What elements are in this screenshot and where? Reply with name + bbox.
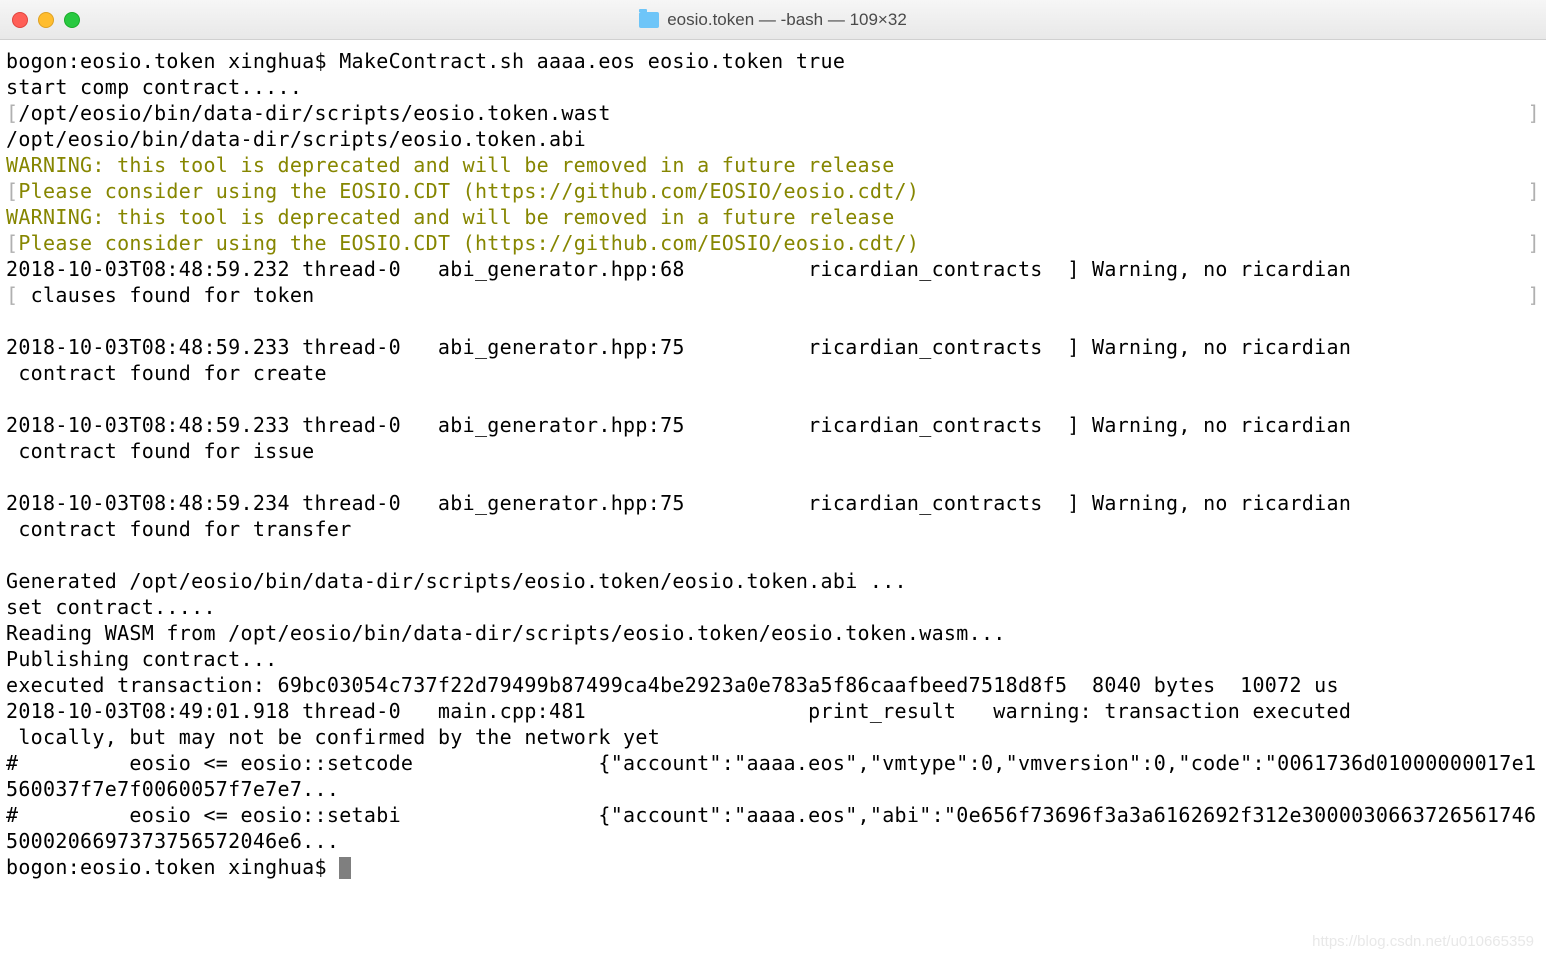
terminal-line: contract found for transfer: [6, 517, 352, 541]
terminal-line: /opt/eosio/bin/data-dir/scripts/eosio.to…: [18, 101, 610, 125]
terminal-line: # eosio <= eosio::setabi {"account":"aaa…: [6, 803, 1536, 853]
maximize-button[interactable]: [64, 12, 80, 28]
terminal-line: bogon:eosio.token xinghua$ MakeContract.…: [6, 49, 845, 73]
terminal-line: executed transaction: 69bc03054c737f22d7…: [6, 673, 1339, 697]
terminal-line: contract found for issue: [6, 439, 315, 463]
bracket-close: ]: [1528, 282, 1540, 308]
watermark: https://blog.csdn.net/u010665359: [1312, 933, 1534, 950]
warning-line: WARNING: this tool is deprecated and wil…: [6, 205, 895, 229]
terminal-line: set contract.....: [6, 595, 216, 619]
terminal-line: 2018-10-03T08:48:59.234 thread-0 abi_gen…: [6, 491, 1351, 515]
bracket-close: ]: [1528, 230, 1540, 256]
window-titlebar: eosio.token — -bash — 109×32: [0, 0, 1546, 40]
warning-line: WARNING: this tool is deprecated and wil…: [6, 153, 895, 177]
terminal-line: Generated /opt/eosio/bin/data-dir/script…: [6, 569, 907, 593]
bracket-close: ]: [1528, 178, 1540, 204]
terminal-line: locally, but may not be confirmed by the…: [6, 725, 660, 749]
warning-line: Please consider using the EOSIO.CDT (htt…: [18, 231, 919, 255]
close-button[interactable]: [12, 12, 28, 28]
terminal-line: clauses found for token: [18, 283, 314, 307]
terminal-line: contract found for create: [6, 361, 327, 385]
bracket-open: [: [6, 179, 18, 203]
window-title: eosio.token — -bash — 109×32: [639, 10, 907, 30]
cursor: [339, 857, 351, 879]
terminal-line: 2018-10-03T08:48:59.232 thread-0 abi_gen…: [6, 257, 1351, 281]
terminal-line: # eosio <= eosio::setcode {"account":"aa…: [6, 751, 1536, 801]
minimize-button[interactable]: [38, 12, 54, 28]
traffic-lights: [12, 12, 80, 28]
bracket-open: [: [6, 283, 18, 307]
prompt-line: bogon:eosio.token xinghua$: [6, 855, 339, 879]
folder-icon: [639, 12, 659, 28]
terminal-line: start comp contract.....: [6, 75, 302, 99]
bracket-close: ]: [1528, 100, 1540, 126]
terminal-line: 2018-10-03T08:48:59.233 thread-0 abi_gen…: [6, 413, 1351, 437]
terminal-output[interactable]: bogon:eosio.token xinghua$ MakeContract.…: [0, 40, 1546, 888]
terminal-line: 2018-10-03T08:49:01.918 thread-0 main.cp…: [6, 699, 1351, 723]
terminal-line: Publishing contract...: [6, 647, 278, 671]
bracket-open: [: [6, 101, 18, 125]
terminal-line: Reading WASM from /opt/eosio/bin/data-di…: [6, 621, 1006, 645]
window-title-text: eosio.token — -bash — 109×32: [667, 10, 907, 30]
warning-line: Please consider using the EOSIO.CDT (htt…: [18, 179, 919, 203]
terminal-line: /opt/eosio/bin/data-dir/scripts/eosio.to…: [6, 127, 586, 151]
terminal-line: 2018-10-03T08:48:59.233 thread-0 abi_gen…: [6, 335, 1351, 359]
bracket-open: [: [6, 231, 18, 255]
